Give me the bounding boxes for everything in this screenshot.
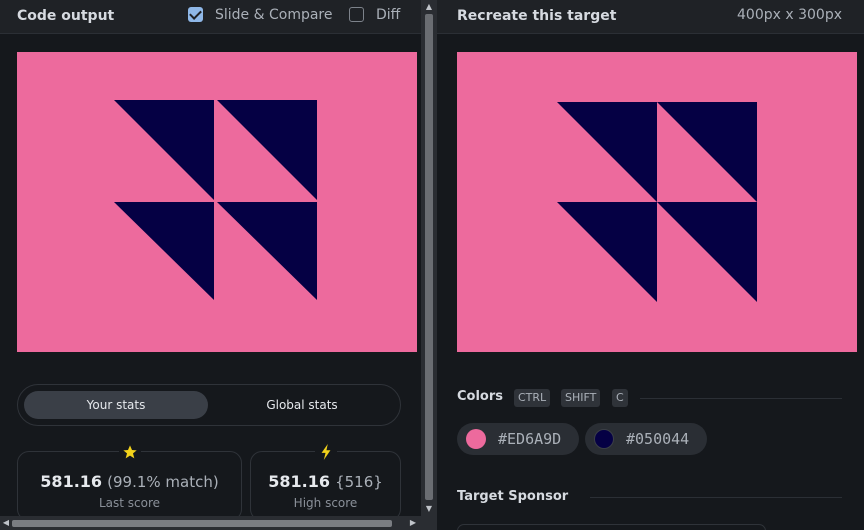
- scroll-left-icon[interactable]: ◀: [0, 516, 12, 530]
- navy-color-dot: [594, 429, 614, 449]
- target-header: Recreate this target 400px x 300px: [437, 0, 864, 34]
- last-score-label: Last score: [98, 496, 161, 510]
- colors-title: Colors: [457, 389, 504, 404]
- code-output-canvas[interactable]: [17, 52, 417, 352]
- scroll-down-icon[interactable]: ▼: [421, 502, 437, 516]
- horizontal-scroll-thumb[interactable]: [12, 520, 392, 527]
- code-output-header: Code output Slide & Compare Diff: [0, 0, 421, 34]
- color-swatch-pink[interactable]: #ED6A9D: [457, 423, 579, 455]
- high-score-label: High score: [293, 496, 358, 510]
- sponsor-divider: [590, 497, 842, 498]
- navy-color-hex: #050044: [626, 430, 690, 448]
- vertical-scrollbar[interactable]: ▲ ▼: [421, 0, 437, 516]
- scroll-right-icon[interactable]: ▶: [407, 516, 419, 530]
- diff-label[interactable]: Diff: [376, 7, 400, 23]
- high-score-count: {516}: [335, 473, 383, 491]
- scroll-up-icon[interactable]: ▲: [421, 0, 437, 14]
- target-panel: Recreate this target 400px x 300px Color…: [437, 0, 864, 530]
- last-score-number: 581.16: [40, 472, 103, 491]
- pink-color-hex: #ED6A9D: [498, 430, 562, 448]
- lightning-icon: [315, 443, 337, 461]
- last-score-value: 581.16 (99.1% match): [18, 472, 241, 491]
- target-sponsor-title: Target Sponsor: [457, 489, 569, 504]
- target-title: Recreate this target: [457, 8, 617, 24]
- key-shift: SHIFT: [561, 389, 601, 407]
- high-score-card: 581.16 {516} High score: [250, 443, 401, 516]
- code-output-panel: Code output Slide & Compare Diff Your st…: [0, 0, 421, 516]
- colors-divider: [640, 398, 842, 399]
- slide-compare-label[interactable]: Slide & Compare: [215, 7, 333, 23]
- key-ctrl: CTRL: [514, 389, 551, 407]
- high-score-value: 581.16 {516}: [251, 472, 400, 491]
- key-c: C: [612, 389, 628, 407]
- target-dimensions: 400px x 300px: [737, 7, 842, 23]
- vertical-scroll-thumb[interactable]: [425, 14, 433, 500]
- sponsor-card: [457, 524, 766, 530]
- diff-checkbox[interactable]: [349, 7, 364, 22]
- tab-your-stats[interactable]: Your stats: [24, 391, 208, 419]
- last-score-card: 581.16 (99.1% match) Last score: [17, 443, 242, 516]
- scrollbar-corner: [421, 516, 437, 530]
- color-swatch-navy[interactable]: #050044: [585, 423, 707, 455]
- pink-color-dot: [466, 429, 486, 449]
- last-score-match: (99.1% match): [107, 473, 219, 491]
- star-icon: [119, 443, 141, 461]
- tab-global-stats[interactable]: Global stats: [212, 391, 392, 419]
- slide-compare-checkbox[interactable]: [188, 7, 203, 22]
- horizontal-scrollbar[interactable]: ◀ ▶: [0, 516, 421, 530]
- high-score-number: 581.16: [268, 472, 330, 491]
- stats-tabs: Your stats Global stats: [17, 384, 401, 426]
- target-canvas[interactable]: [457, 52, 857, 352]
- code-output-title: Code output: [17, 8, 115, 24]
